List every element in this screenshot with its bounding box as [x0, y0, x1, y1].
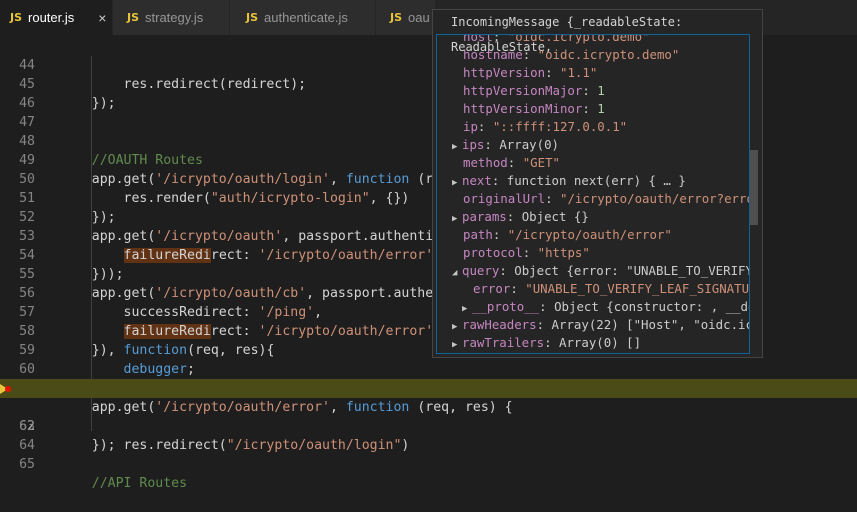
tree-item[interactable]: httpVersionMinor: 1	[463, 100, 605, 118]
js-file-icon: JS	[390, 11, 403, 24]
tab-label: router.js	[28, 10, 75, 25]
tree-item[interactable]: ▶ rawTrailers: Array(0) []	[452, 334, 641, 352]
tree-item[interactable]: ▶ next: function next(err) { … }	[452, 172, 686, 190]
tab-label: authenticate.js	[264, 10, 348, 25]
tree-item[interactable]: path: "/icrypto/oauth/error"	[463, 226, 672, 244]
tree-item[interactable]: originalUrl: "/icrypto/oauth/error?error…	[463, 190, 749, 208]
expand-arrow-icon: ▶	[452, 178, 458, 188]
close-icon[interactable]: ×	[98, 10, 106, 26]
tree-item[interactable]: ▶ ips: Array(0)	[452, 136, 559, 154]
js-file-icon: JS	[127, 11, 140, 24]
current-debug-line[interactable]: 62 res.redirect("/icrypto/oauth/login")	[0, 379, 857, 453]
tree-item[interactable]: method: "GET"	[463, 154, 560, 172]
variable-tree[interactable]: host: "oidc.icrypto.demo" hostname: "oid…	[436, 34, 750, 354]
tree-item-expanded[interactable]: ◢ query: Object {error: "UNABLE_TO_VERIFY…	[452, 262, 749, 280]
tab-label: oau	[408, 10, 430, 25]
debug-breakpoint-arrow-icon[interactable]	[0, 384, 11, 394]
tree-item[interactable]: ▶ rawHeaders: Array(22) ["Host", "oidc.ic…	[452, 316, 749, 334]
code-line[interactable]: 65 //API Routes	[0, 436, 857, 491]
debug-hover-widget[interactable]: IncomingMessage {_readableState: Readabl…	[432, 9, 763, 358]
code-line[interactable]: 63 });	[0, 398, 857, 453]
tree-item[interactable]: hostname: "oidc.icrypto.demo"	[463, 46, 679, 64]
tree-item[interactable]: ▶ __proto__: Object {constructor: , __def…	[462, 298, 749, 316]
tree-item[interactable]: host: "oidc.icrypto.demo"	[463, 35, 650, 46]
tree-item[interactable]: ▶ params: Object {}	[452, 208, 589, 226]
tree-item[interactable]: httpVersionMajor: 1	[463, 82, 605, 100]
expand-arrow-icon: ▶	[452, 214, 458, 224]
tab-label: strategy.js	[145, 10, 204, 25]
tree-item[interactable]: ip: "::ffff:127.0.0.1"	[463, 118, 627, 136]
tree-item[interactable]: error: "UNABLE_TO_VERIFY_LEAF_SIGNATURE"	[473, 280, 749, 298]
code-line[interactable]: 61 app.get('/icrypto/oauth/error', funct…	[0, 360, 857, 415]
expand-arrow-icon: ▶	[452, 340, 458, 350]
js-file-icon: JS	[10, 11, 23, 24]
hover-header: IncomingMessage {_readableState: Readabl…	[451, 15, 683, 54]
collapse-arrow-icon: ◢	[452, 268, 458, 278]
js-file-icon: JS	[246, 11, 259, 24]
tree-item[interactable]: httpVersion: "1.1"	[463, 64, 597, 82]
tab-strategy-js[interactable]: JS strategy.js	[113, 0, 230, 35]
code-comment: //API Routes	[60, 476, 188, 491]
tab-authenticate-js[interactable]: JS authenticate.js	[230, 0, 376, 35]
line-number: 65	[19, 457, 35, 472]
tree-item[interactable]: protocol: "https"	[463, 244, 590, 262]
hover-scrollbar[interactable]	[750, 150, 758, 225]
code-line[interactable]: 64	[0, 417, 857, 453]
breakpoint-dot-icon	[5, 386, 11, 392]
tab-router-js[interactable]: JS router.js ×	[0, 0, 113, 35]
tab-oauth[interactable]: JS oau	[376, 0, 436, 35]
expand-arrow-icon: ▶	[452, 142, 458, 152]
